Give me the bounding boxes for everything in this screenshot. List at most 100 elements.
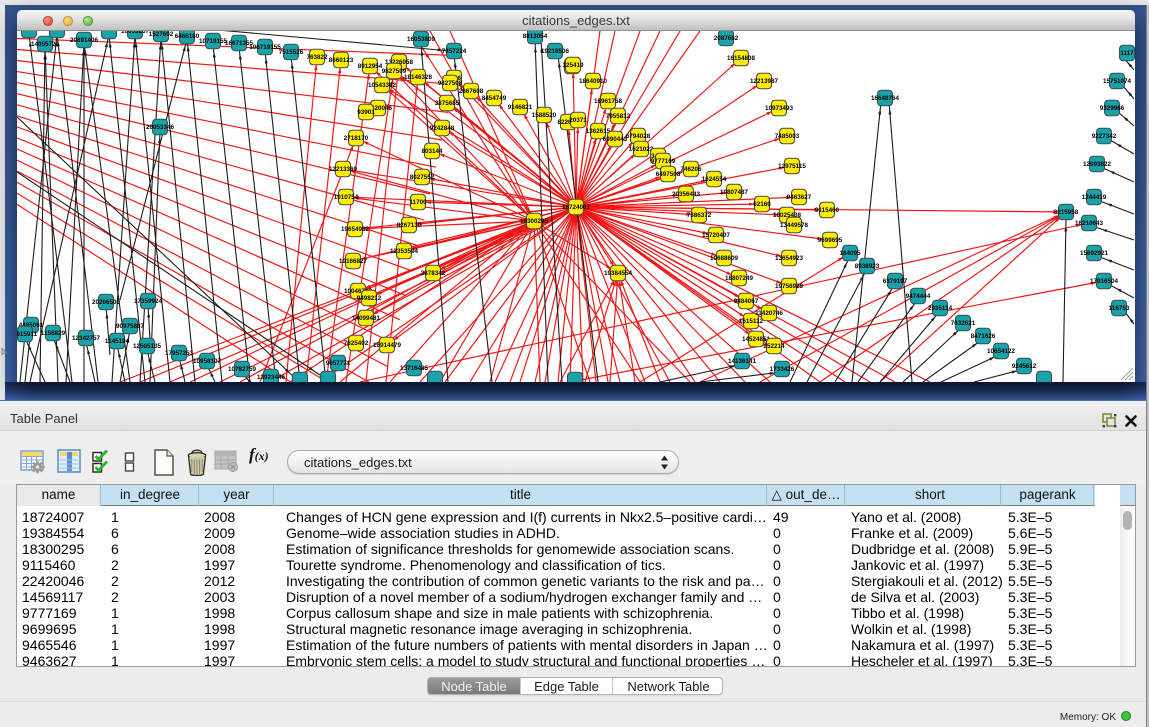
svg-text:1156829: 1156829	[41, 330, 66, 337]
svg-text:8938923: 8938923	[855, 263, 880, 270]
svg-text:1588520: 1588520	[532, 112, 557, 119]
svg-text:12213369: 12213369	[329, 166, 358, 173]
svg-text:8471626: 8471626	[971, 333, 996, 340]
svg-text:13716485: 13716485	[400, 365, 429, 372]
svg-text:12342757: 12342757	[72, 335, 101, 342]
svg-text:16154808: 16154808	[727, 55, 756, 62]
svg-text:3878342: 3878342	[421, 270, 446, 277]
svg-text:9484067: 9484067	[734, 298, 759, 305]
svg-text:10653267: 10653267	[121, 31, 150, 35]
svg-text:252214: 252214	[763, 343, 785, 350]
svg-text:9777169: 9777169	[651, 158, 676, 165]
svg-text:18300295: 18300295	[520, 218, 549, 225]
svg-text:16053809: 16053809	[407, 36, 436, 43]
svg-text:12505135: 12505135	[133, 343, 162, 350]
svg-text:106719155: 106719155	[249, 44, 281, 51]
svg-text:12923446: 12923446	[257, 374, 286, 381]
svg-text:13449578: 13449578	[780, 222, 809, 229]
svg-text:15720407: 15720407	[702, 232, 731, 239]
svg-text:12975115: 12975115	[778, 163, 806, 170]
svg-text:19166827: 19166827	[339, 258, 368, 265]
svg-text:7485003: 7485003	[775, 133, 800, 140]
svg-text:1615112: 1615112	[739, 318, 764, 325]
svg-text:10543382: 10543382	[368, 82, 397, 89]
svg-text:12213987: 12213987	[750, 78, 779, 85]
svg-text:9242848: 9242848	[430, 125, 455, 132]
svg-text:1527602: 1527602	[149, 31, 174, 38]
svg-text:18146328: 18146328	[404, 74, 433, 81]
svg-text:93901: 93901	[357, 109, 375, 116]
svg-text:10782759: 10782759	[228, 366, 257, 373]
svg-text:18724007: 18724007	[562, 204, 591, 211]
svg-text:10958107: 10958107	[193, 358, 222, 365]
svg-text:1362615: 1362615	[586, 128, 611, 135]
svg-text:8813054: 8813054	[523, 33, 548, 40]
svg-text:11700: 11700	[409, 199, 427, 206]
svg-text:18807249: 18807249	[725, 275, 754, 282]
svg-text:6990443: 6990443	[603, 136, 628, 143]
svg-text:20053346: 20053346	[146, 124, 175, 131]
svg-text:16648764: 16648764	[871, 95, 900, 102]
svg-text:17957253: 17957253	[165, 350, 194, 357]
svg-text:14099481: 14099481	[352, 315, 381, 322]
svg-text:9329966: 9329966	[1100, 105, 1125, 112]
svg-text:1733426: 1733426	[770, 366, 795, 373]
svg-text:6466160: 6466160	[175, 33, 200, 40]
svg-text:10973493: 10973493	[765, 105, 794, 112]
svg-text:9463627: 9463627	[787, 194, 812, 201]
svg-text:1145194: 1145194	[105, 338, 130, 345]
svg-text:62160: 62160	[753, 201, 771, 208]
svg-text:15692921: 15692921	[1080, 250, 1109, 257]
svg-text:6497508: 6497508	[656, 171, 681, 178]
svg-text:7357224: 7357224	[442, 48, 467, 55]
svg-text:9827508: 9827508	[438, 80, 463, 87]
svg-text:19218506: 19218506	[541, 48, 570, 55]
svg-text:8912954: 8912954	[358, 63, 383, 70]
svg-text:2718170: 2718170	[344, 135, 369, 142]
svg-text:7632621: 7632621	[951, 320, 976, 327]
svg-text:803144: 803144	[421, 148, 443, 155]
svg-text:20206508: 20206508	[92, 299, 121, 306]
svg-text:16961758: 16961758	[594, 98, 623, 105]
svg-text:9474444: 9474444	[906, 293, 931, 300]
svg-text:7515526: 7515526	[279, 49, 304, 56]
svg-text:14055724: 14055724	[31, 41, 60, 48]
svg-text:9146821: 9146821	[508, 104, 533, 111]
svg-text:3215958: 3215958	[1054, 209, 1079, 216]
svg-text:2935114: 2935114	[928, 305, 953, 312]
svg-text:90975887: 90975887	[116, 323, 145, 330]
svg-text:10719155: 10719155	[199, 38, 228, 45]
svg-text:9699695: 9699695	[818, 237, 843, 244]
svg-text:9657771: 9657771	[326, 360, 351, 367]
svg-text:19384554: 19384554	[604, 270, 633, 277]
svg-text:8267130: 8267130	[397, 222, 422, 229]
svg-text:14136141: 14136141	[728, 358, 757, 365]
svg-text:16210643: 16210643	[1075, 220, 1104, 227]
svg-text:18640910: 18640910	[579, 78, 608, 85]
svg-text:2867608: 2867608	[459, 88, 484, 95]
svg-text:1010754: 1010754	[334, 194, 359, 201]
svg-text:17359924: 17359924	[134, 298, 163, 305]
svg-text:1624554: 1624554	[702, 176, 727, 183]
svg-text:20356443: 20356443	[672, 191, 701, 198]
svg-text:17016504: 17016504	[1090, 278, 1119, 285]
svg-text:7625402: 7625402	[344, 340, 369, 347]
svg-text:12093822: 12093822	[1083, 161, 1112, 168]
svg-text:3875685: 3875685	[435, 100, 460, 107]
svg-text:6794028: 6794028	[626, 133, 651, 140]
svg-text:116753: 116753	[1109, 305, 1130, 312]
svg-text:19756928: 19756928	[775, 283, 804, 290]
svg-text:164095: 164095	[839, 250, 861, 257]
svg-text:15751074: 15751074	[1103, 78, 1132, 85]
svg-text:20891406: 20891406	[70, 37, 99, 44]
svg-text:12353594: 12353594	[390, 248, 419, 255]
svg-text:9115460: 9115460	[815, 207, 840, 214]
svg-text:8454749: 8454749	[482, 95, 507, 102]
svg-text:10807487: 10807487	[720, 189, 749, 196]
svg-text:19654982: 19654982	[341, 226, 370, 233]
svg-text:6379197: 6379197	[883, 278, 908, 285]
svg-text:7955812: 7955812	[606, 113, 631, 120]
svg-text:8027552: 8027552	[410, 174, 435, 181]
svg-text:746206: 746206	[680, 166, 702, 173]
svg-text:1117: 1117	[1120, 50, 1134, 57]
